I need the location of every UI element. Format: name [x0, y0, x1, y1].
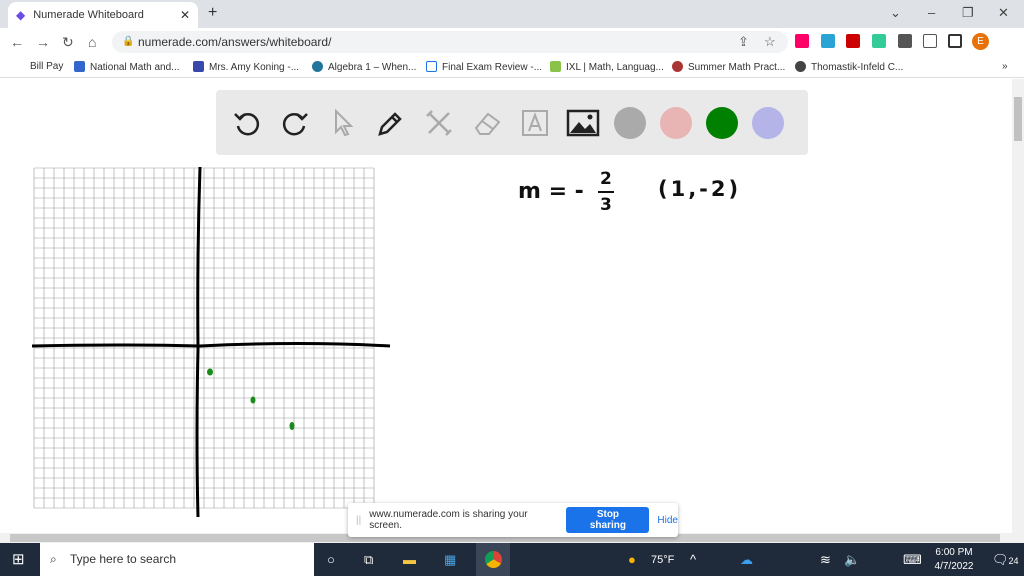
color-lavender-swatch[interactable] [752, 106, 784, 139]
taskbar: ⊞ ⌕ Type here to search ○ ⧉ ▬ ▦ ● 75°F ^ … [0, 543, 1024, 576]
vertical-scrollbar[interactable] [1012, 79, 1024, 533]
onedrive-icon[interactable]: ☁ [740, 552, 753, 568]
search-icon: ⌕ [50, 552, 57, 566]
slope-label: m = - [518, 179, 584, 204]
numerade-logo-icon: ◆ [16, 8, 26, 22]
share-message: www.numerade.com is sharing your screen. [369, 509, 528, 531]
star-icon[interactable]: ☆ [764, 31, 776, 53]
clock[interactable]: 6:00 PM 4/7/2022 [934, 547, 974, 572]
screen-share-banner: || www.numerade.com is sharing your scre… [348, 503, 678, 537]
lock-icon: 🔒 [122, 36, 135, 47]
pen-icon[interactable] [374, 106, 408, 140]
stop-sharing-button[interactable]: Stop sharing [566, 507, 650, 533]
y-axis [195, 166, 202, 518]
bookmark[interactable]: Mrs. Amy Koning -... [193, 61, 299, 73]
more-bookmarks-icon[interactable]: » [1002, 61, 1008, 72]
url-text: numerade.com/answers/whiteboard/ [138, 35, 332, 49]
cast-icon[interactable] [923, 34, 937, 48]
undo-icon[interactable] [230, 106, 264, 140]
bookmarks-bar: Bill Pay National Math and... Mrs. Amy K… [0, 56, 1024, 78]
whiteboard-toolbar [216, 90, 808, 155]
tools-icon[interactable] [422, 106, 456, 140]
reload-icon[interactable]: ↻ [62, 34, 74, 51]
tab-numerade[interactable]: ◆ Numerade Whiteboard ✕ [8, 2, 198, 28]
slope-numerator: 2 [600, 169, 612, 189]
task-view-icon[interactable]: ⧉ [364, 552, 373, 568]
color-pink-swatch[interactable] [660, 106, 692, 139]
volume-icon[interactable]: 🔈 [844, 552, 860, 568]
tab-title: Numerade Whiteboard [33, 9, 144, 21]
tab-bar: ◆ Numerade Whiteboard ✕ + ⌄ – ❐ ✕ [0, 0, 1024, 28]
tab-search-icon[interactable]: ⌄ [890, 5, 901, 21]
windows-start-icon[interactable]: ⊞ [12, 550, 25, 568]
new-tab-button[interactable]: + [208, 4, 217, 22]
plotted-point [250, 396, 256, 404]
bookmark[interactable]: Thomastik-Infeld C... [795, 61, 903, 73]
cortana-icon[interactable]: ○ [327, 552, 335, 567]
file-explorer-icon[interactable]: ▬ [403, 552, 416, 567]
close-window-button[interactable]: ✕ [998, 5, 1009, 21]
wifi-icon[interactable]: ≋ [820, 552, 831, 568]
puzzle-icon[interactable] [898, 34, 912, 48]
color-gray-swatch[interactable] [614, 106, 646, 139]
point-label: (1,-2) [658, 177, 742, 201]
bookmark[interactable]: Bill Pay [30, 61, 63, 72]
text-icon[interactable] [518, 106, 552, 140]
bookmark[interactable]: Summer Math Pract... [672, 61, 785, 73]
plotted-point [207, 368, 213, 376]
pointer-icon[interactable] [326, 106, 360, 140]
profile-avatar[interactable]: E [972, 33, 989, 50]
home-icon[interactable]: ⌂ [88, 34, 96, 50]
bookmark[interactable]: National Math and... [74, 61, 180, 73]
taskbar-search-input[interactable]: ⌕ Type here to search [40, 543, 314, 576]
search-placeholder: Type here to search [70, 552, 177, 566]
keyboard-icon[interactable]: ⌨ [903, 552, 922, 568]
sidepanel-icon[interactable] [948, 34, 962, 48]
weather-temp[interactable]: 75°F [651, 554, 674, 566]
url-input[interactable]: 🔒 numerade.com/answers/whiteboard/ ⇪ ☆ [112, 31, 788, 53]
bookmark[interactable]: Final Exam Review -... [426, 61, 542, 73]
back-icon[interactable]: ← [10, 34, 24, 50]
pdf-extension-icon[interactable] [846, 34, 860, 48]
share-icon[interactable]: ⇪ [738, 31, 749, 53]
tray-chevron-icon[interactable]: ^ [690, 552, 696, 567]
color-green-swatch[interactable] [706, 106, 738, 139]
fraction-bar [598, 191, 614, 193]
minimize-button[interactable]: – [928, 5, 935, 20]
hide-link[interactable]: Hide [657, 515, 678, 526]
extension-icon[interactable] [872, 34, 886, 48]
grid-paper [33, 167, 375, 509]
restore-button[interactable]: ❐ [962, 5, 974, 21]
bookmark[interactable]: IXL | Math, Languag... [550, 61, 664, 73]
drag-handle[interactable]: || [356, 515, 361, 526]
extension-icon[interactable] [821, 34, 835, 48]
forward-icon[interactable]: → [36, 34, 50, 50]
eraser-icon[interactable] [470, 106, 504, 140]
plotted-point [289, 422, 295, 430]
close-tab-icon[interactable]: ✕ [180, 8, 190, 22]
x-axis [31, 342, 391, 348]
bookmark[interactable]: Algebra 1 – When... [312, 61, 416, 73]
weather-icon: ● [628, 552, 636, 567]
notifications-icon[interactable]: 🗨24 [992, 552, 1019, 568]
extension-icon[interactable] [795, 34, 809, 48]
slope-denominator: 3 [600, 195, 612, 215]
redo-icon[interactable] [278, 106, 312, 140]
chrome-taskbar-icon[interactable] [476, 543, 510, 576]
image-icon[interactable] [566, 106, 600, 140]
store-icon[interactable]: ▦ [444, 552, 456, 568]
